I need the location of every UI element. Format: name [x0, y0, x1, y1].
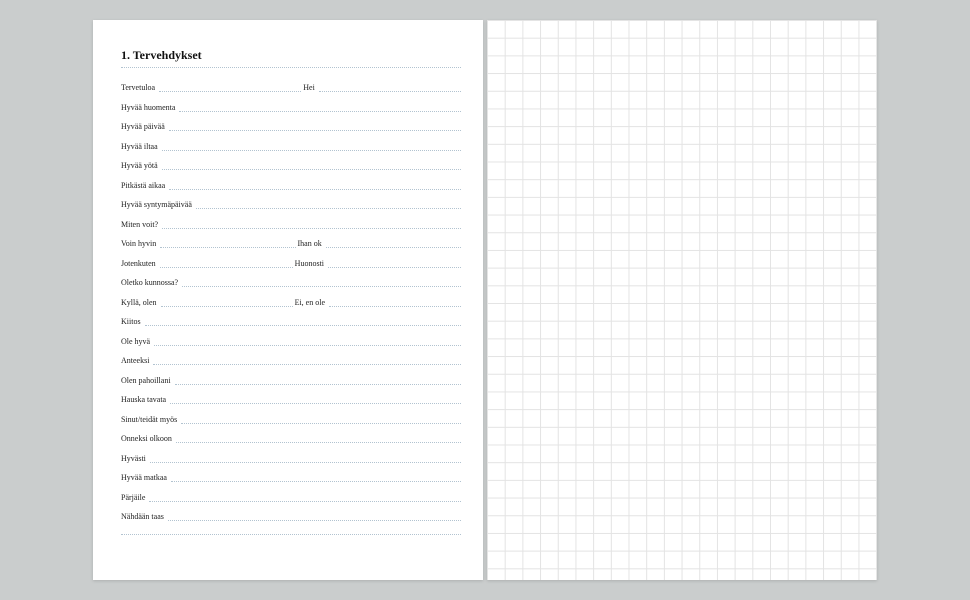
- dotted-fill: [196, 199, 461, 209]
- vocab-term-left: Jotenkuten: [121, 259, 158, 268]
- vocab-term-left: Hyvää iltaa: [121, 142, 160, 151]
- vocabulary-row: Hyvää huomenta: [121, 100, 461, 112]
- vocab-term-left: Olen pahoillani: [121, 376, 173, 385]
- dotted-fill: [328, 258, 461, 268]
- vocabulary-row: Oletko kunnossa?: [121, 275, 461, 287]
- vocabulary-row: Pärjäile: [121, 490, 461, 502]
- vocab-term-left: Hyvää päivää: [121, 122, 167, 131]
- dotted-fill: [160, 258, 293, 268]
- vocab-term-left: Tervetuloa: [121, 83, 157, 92]
- vocab-term-left: Kyllä, olen: [121, 298, 159, 307]
- vocabulary-row: Hyvää matkaa: [121, 470, 461, 482]
- vocab-term-left: Hyvää huomenta: [121, 103, 177, 112]
- vocab-term-left: Pärjäile: [121, 493, 147, 502]
- vocabulary-row: Nähdään taas: [121, 509, 461, 521]
- vocabulary-row: Anteeksi: [121, 353, 461, 365]
- section-title: 1. Tervehdykset: [121, 48, 461, 63]
- dotted-fill: [159, 82, 301, 92]
- vocabulary-row: Hyvää päivää: [121, 119, 461, 131]
- vocab-term-left: Hyvää matkaa: [121, 473, 169, 482]
- dotted-fill: [145, 316, 461, 326]
- vocab-term-left: Hyvää syntymäpäivää: [121, 200, 194, 209]
- vocabulary-row: Voin hyvin Ihan ok: [121, 236, 461, 248]
- vocab-term-left: Voin hyvin: [121, 239, 158, 248]
- vocabulary-row: Hyvää yötä: [121, 158, 461, 170]
- vocabulary-entries: Tervetuloa Hei Hyvää huomenta Hyvää päivää H…: [121, 80, 461, 521]
- dotted-fill: [154, 336, 461, 346]
- vocab-term-left: Onneksi olkoon: [121, 434, 174, 443]
- vocabulary-row: Miten voit?: [121, 217, 461, 229]
- vocab-term-left: Pitkästä aikaa: [121, 181, 167, 190]
- vocab-term-right: Huonosti: [293, 259, 326, 268]
- bottom-line: [121, 534, 461, 535]
- vocabulary-row: Hyvää iltaa: [121, 139, 461, 151]
- vocabulary-row: Jotenkuten Huonosti: [121, 256, 461, 268]
- vocabulary-row: Olen pahoillani: [121, 373, 461, 385]
- vocab-term-right: Hei: [301, 83, 317, 92]
- vocabulary-row: Sinut/teidät myös: [121, 412, 461, 424]
- vocabulary-row: Ole hyvä: [121, 334, 461, 346]
- vocab-term-left: Anteeksi: [121, 356, 151, 365]
- vocabulary-row: Pitkästä aikaa: [121, 178, 461, 190]
- dotted-fill: [160, 238, 295, 248]
- vocab-term-right: Ihan ok: [296, 239, 324, 248]
- dotted-fill: [150, 453, 461, 463]
- vocabulary-row: Hauska tavata: [121, 392, 461, 404]
- right-page-grid: [487, 20, 877, 580]
- dotted-fill: [182, 277, 461, 287]
- vocabulary-row: Kyllä, olen Ei, en ole: [121, 295, 461, 307]
- dotted-fill: [149, 492, 461, 502]
- title-underline: [121, 67, 461, 68]
- dotted-fill: [162, 160, 461, 170]
- dotted-fill: [181, 414, 461, 424]
- vocabulary-row: Hyvää syntymäpäivää: [121, 197, 461, 209]
- vocabulary-row: Tervetuloa Hei: [121, 80, 461, 92]
- vocab-term-left: Sinut/teidät myös: [121, 415, 179, 424]
- vocab-term-left: Ole hyvä: [121, 337, 152, 346]
- dotted-fill: [161, 297, 293, 307]
- dotted-fill: [162, 141, 461, 151]
- vocab-term-left: Nähdään taas: [121, 512, 166, 521]
- book-spread: 1. Tervehdykset Tervetuloa Hei Hyvää huome…: [93, 20, 877, 580]
- dotted-fill: [179, 102, 461, 112]
- dotted-fill: [162, 219, 461, 229]
- dotted-fill: [153, 355, 461, 365]
- dotted-fill: [329, 297, 461, 307]
- dotted-fill: [171, 472, 461, 482]
- dotted-fill: [169, 121, 461, 131]
- dotted-fill: [176, 433, 461, 443]
- dotted-fill: [168, 511, 461, 521]
- dotted-fill: [169, 180, 461, 190]
- vocab-term-left: Hauska tavata: [121, 395, 168, 404]
- dotted-fill: [326, 238, 461, 248]
- vocabulary-row: Onneksi olkoon: [121, 431, 461, 443]
- vocabulary-row: Kiitos: [121, 314, 461, 326]
- vocab-term-right: Ei, en ole: [293, 298, 327, 307]
- vocab-term-left: Oletko kunnossa?: [121, 278, 180, 287]
- dotted-fill: [170, 394, 461, 404]
- left-page: 1. Tervehdykset Tervetuloa Hei Hyvää huome…: [93, 20, 483, 580]
- dotted-fill: [175, 375, 461, 385]
- vocab-term-left: Hyvästi: [121, 454, 148, 463]
- vocab-term-left: Miten voit?: [121, 220, 160, 229]
- vocab-term-left: Kiitos: [121, 317, 143, 326]
- dotted-fill: [319, 82, 461, 92]
- vocab-term-left: Hyvää yötä: [121, 161, 160, 170]
- vocabulary-row: Hyvästi: [121, 451, 461, 463]
